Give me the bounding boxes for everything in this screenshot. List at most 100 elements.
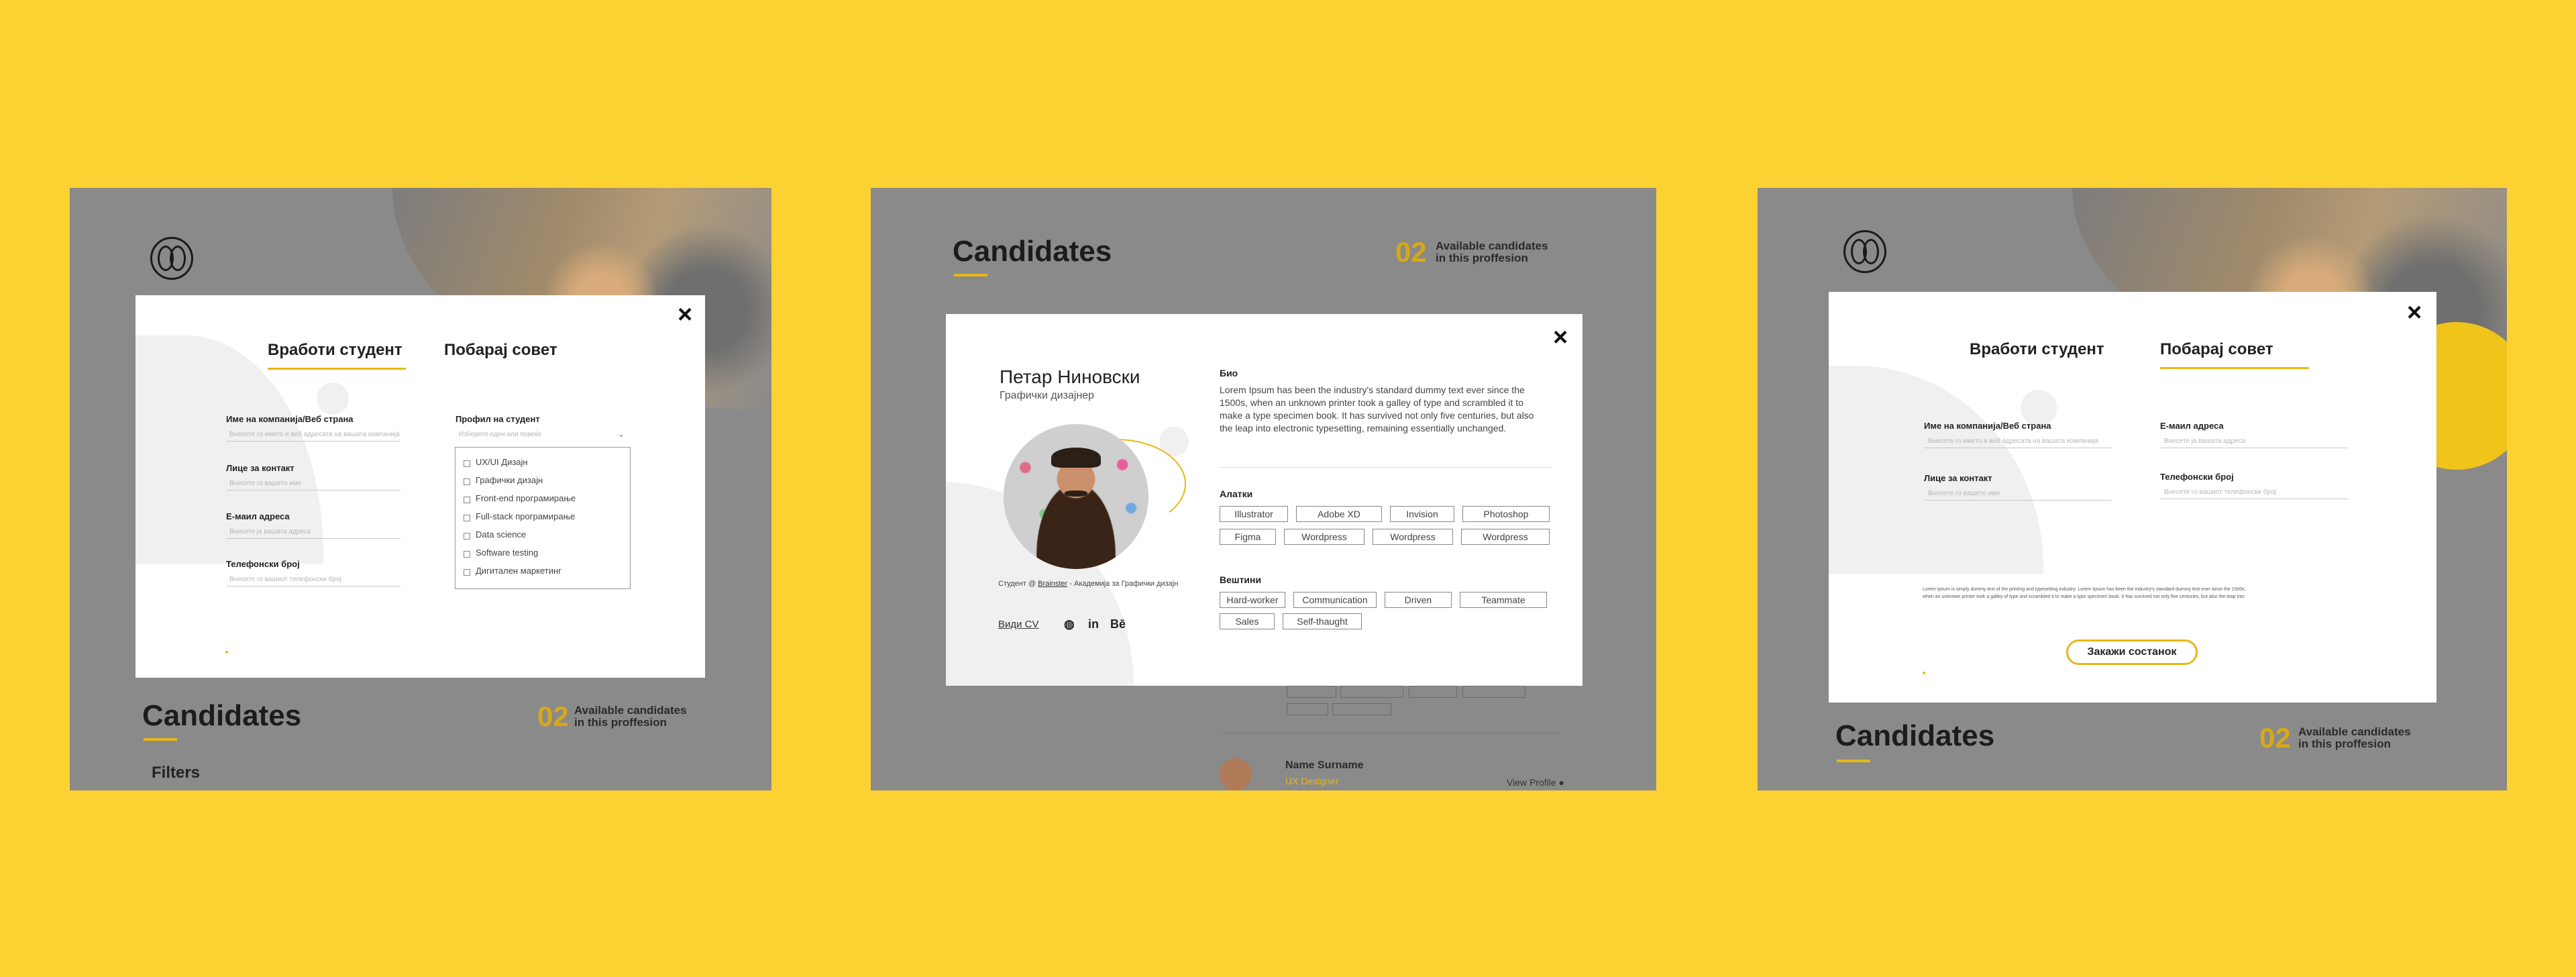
tab-ask-advice[interactable]: Побарај совет [444,341,557,360]
candidates-count: 02 [537,701,569,732]
candidate-role: UX Designer [1285,776,1339,786]
candidates-count: 02 [2259,722,2291,754]
skill-tag: Hard-worker [1220,592,1285,608]
description-text: Lorem Ipsum is simply dummy text of the … [1923,587,2246,599]
email-label: Е-маил адреса [226,511,290,521]
checkbox[interactable] [464,497,470,503]
chevron-down-icon[interactable]: ⌄ [618,429,625,439]
company-label: Име на компанија/Веб страна [226,414,354,424]
ask-advice-modal: × Вработи студент Побарај совет Име на к… [1829,292,2436,703]
checkbox[interactable] [464,460,470,467]
option-ux-ui[interactable]: UX/UI Дизајн [476,457,528,467]
skills-heading: Вештини [1220,574,1262,585]
phone-label: Телефонски број [226,559,300,569]
input-line [226,441,400,442]
candidates-title: Candidates [142,699,302,732]
option-front-end[interactable]: Front-end програмирање [476,493,576,503]
skill-tag: Communication [1293,592,1377,608]
option-software-testing[interactable]: Software testing [476,548,538,558]
bio-heading: Био [1220,368,1238,378]
tab-ask-advice[interactable]: Побарај совет [2160,340,2273,359]
candidate-avatar [1220,758,1252,790]
linkedin-icon[interactable]: in [1088,617,1099,631]
option-graphic-design[interactable]: Графички дизајн [476,475,543,485]
filters-heading: Filters [152,764,201,782]
bg-pill [1287,686,1336,698]
skill-tag: Driven [1385,592,1452,608]
globe-icon[interactable]: ◍ [1064,617,1075,631]
candidate-role: Графички дизајнер [1000,390,1095,401]
input-line [1924,500,2112,501]
decor-dot [1923,672,1925,674]
tool-tag: Wordpress [1284,529,1364,545]
candidates-count-label: Available candidates in this proffesion [574,704,687,729]
checkbox[interactable] [464,515,470,521]
tool-tag: Invision [1390,506,1454,522]
screen-hire-student: Candidates 02 Available candidates in thi… [70,188,771,790]
skill-tag: Self-thaught [1283,613,1362,629]
option-digital-marketing[interactable]: Дигитален маркетинг [476,566,561,576]
title-underline [144,738,177,741]
tool-tag: Adobe XD [1296,506,1382,522]
tool-tag: Wordpress [1373,529,1453,545]
email-input[interactable]: Внесете ја вашата адреса [2164,438,2245,445]
phone-input[interactable]: Внесете го вашиот телефонски број [2164,488,2276,496]
company-input[interactable]: Внесете го името и веб адресата на вашат… [229,431,400,438]
contact-label: Лице за контакт [226,463,294,473]
brain-icon[interactable] [1843,230,1886,273]
tab-hire-student[interactable]: Вработи студент [1970,340,2104,359]
contact-input[interactable]: Внесете го вашето име [229,480,301,487]
skill-tag: Sales [1220,613,1275,629]
candidates-title: Candidates [1835,719,1995,752]
brain-icon[interactable] [150,237,193,280]
option-data-science[interactable]: Data science [476,529,526,539]
tools-heading: Алатки [1220,488,1253,499]
close-button[interactable]: × [2407,300,2422,325]
checkbox[interactable] [464,478,470,485]
close-button[interactable]: × [678,302,692,327]
title-underline [1837,760,1870,762]
email-input[interactable]: Внесете ја вашата адреса [229,528,311,535]
close-button[interactable]: × [1553,325,1568,350]
company-label: Име на компанија/Веб страна [1924,421,2051,431]
checkbox[interactable] [464,569,470,576]
contact-input[interactable]: Внесете го вашето име [1928,490,2000,497]
candidate-name: Name Surname [1285,760,1364,771]
tab-active-indicator [2160,367,2309,369]
company-input[interactable]: Внесете го името и веб адресата на вашат… [1928,438,2098,445]
student-profile-select[interactable]: Изберете еден или повеќе [459,431,541,438]
option-full-stack[interactable]: Full-stack програмирање [476,511,575,521]
email-label: Е-маил адреса [2160,421,2224,431]
student-profile-label: Профил на студент [455,414,540,424]
tool-tag: Figma [1220,529,1276,545]
hire-student-modal: × Вработи студент Побарај совет Име на к… [136,295,705,678]
student-affiliation: Студент @ Brainster - Академија за Графи… [998,580,1179,588]
tab-active-indicator [268,368,406,370]
phone-input[interactable]: Внесете го вашиот телефонски број [229,576,341,583]
tab-hire-student[interactable]: Вработи студент [268,341,402,360]
bg-pill [1340,686,1403,698]
checkbox[interactable] [464,551,470,558]
bg-dot [317,382,349,415]
bio-text: Lorem Ipsum has been the industry's stan… [1220,384,1534,433]
candidates-count-label: Available candidates in this proffesion [1436,240,1548,264]
bg-pill [1462,686,1525,698]
skill-tag: Teammate [1460,592,1547,608]
tool-tag: Illustrator [1220,506,1288,522]
contact-label: Лице за контакт [1924,473,1992,483]
checkbox[interactable] [464,533,470,539]
bg-pill [1287,703,1328,715]
title-underline [954,274,987,276]
input-line [226,538,400,539]
view-profile-link[interactable]: View Profile ● [1507,777,1564,788]
candidates-count: 02 [1395,236,1427,268]
behance-icon[interactable]: Bē [1110,617,1126,631]
phone-label: Телефонски број [2160,472,2234,482]
candidate-name: Петар Ниновски [1000,366,1140,387]
bg-pill [1409,686,1457,698]
schedule-meeting-button[interactable]: Закажи состанок [2066,639,2198,665]
input-line [226,490,400,491]
avatar [1004,424,1148,569]
view-cv-link[interactable]: Види CV [998,619,1039,630]
candidates-title: Candidates [953,235,1112,268]
